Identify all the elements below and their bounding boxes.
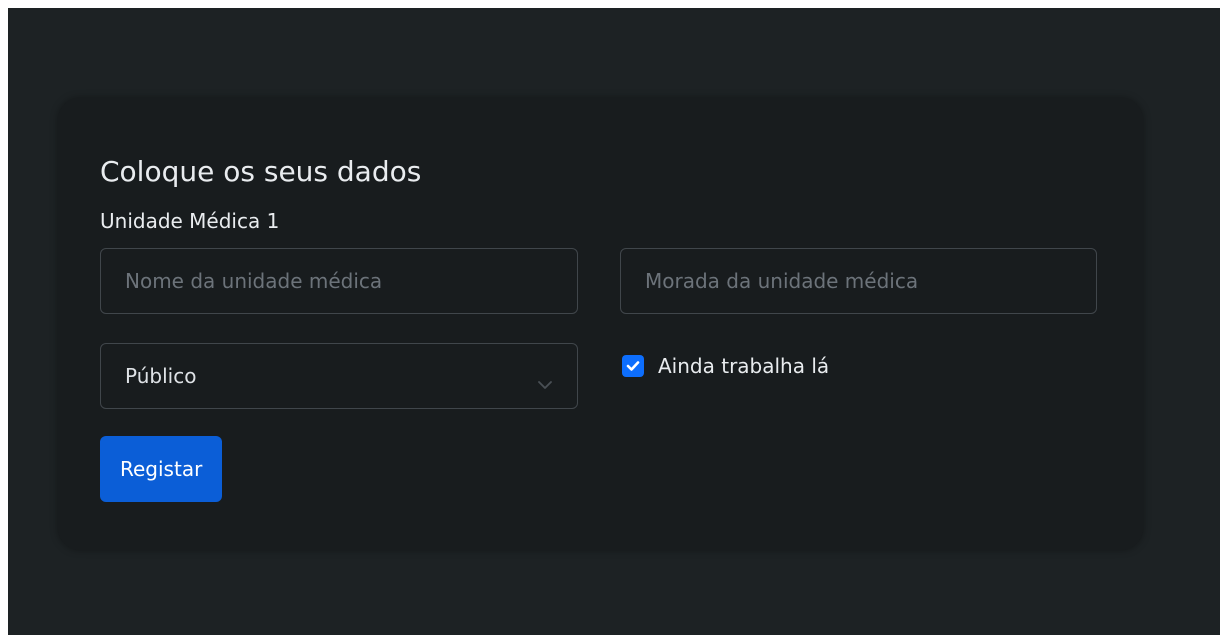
chevron-down-icon (537, 371, 553, 389)
app-background: Coloque os seus dados Unidade Médica 1 P… (8, 8, 1220, 635)
register-button[interactable]: Registar (100, 436, 223, 502)
still-works-toggle[interactable]: Ainda trabalha lá (622, 353, 829, 379)
sector-select[interactable]: Público (100, 343, 578, 409)
unit-address-input[interactable] (620, 248, 1097, 314)
sector-select-value: Público (125, 364, 197, 388)
checkmark-icon (626, 361, 640, 371)
form-title: Coloque os seus dados (100, 155, 422, 188)
form-card: Coloque os seus dados Unidade Médica 1 P… (58, 98, 1143, 550)
still-works-label: Ainda trabalha lá (658, 354, 830, 378)
still-works-checkbox[interactable] (622, 355, 644, 377)
unit-name-input[interactable] (100, 248, 578, 314)
section-label: Unidade Médica 1 (100, 209, 280, 233)
